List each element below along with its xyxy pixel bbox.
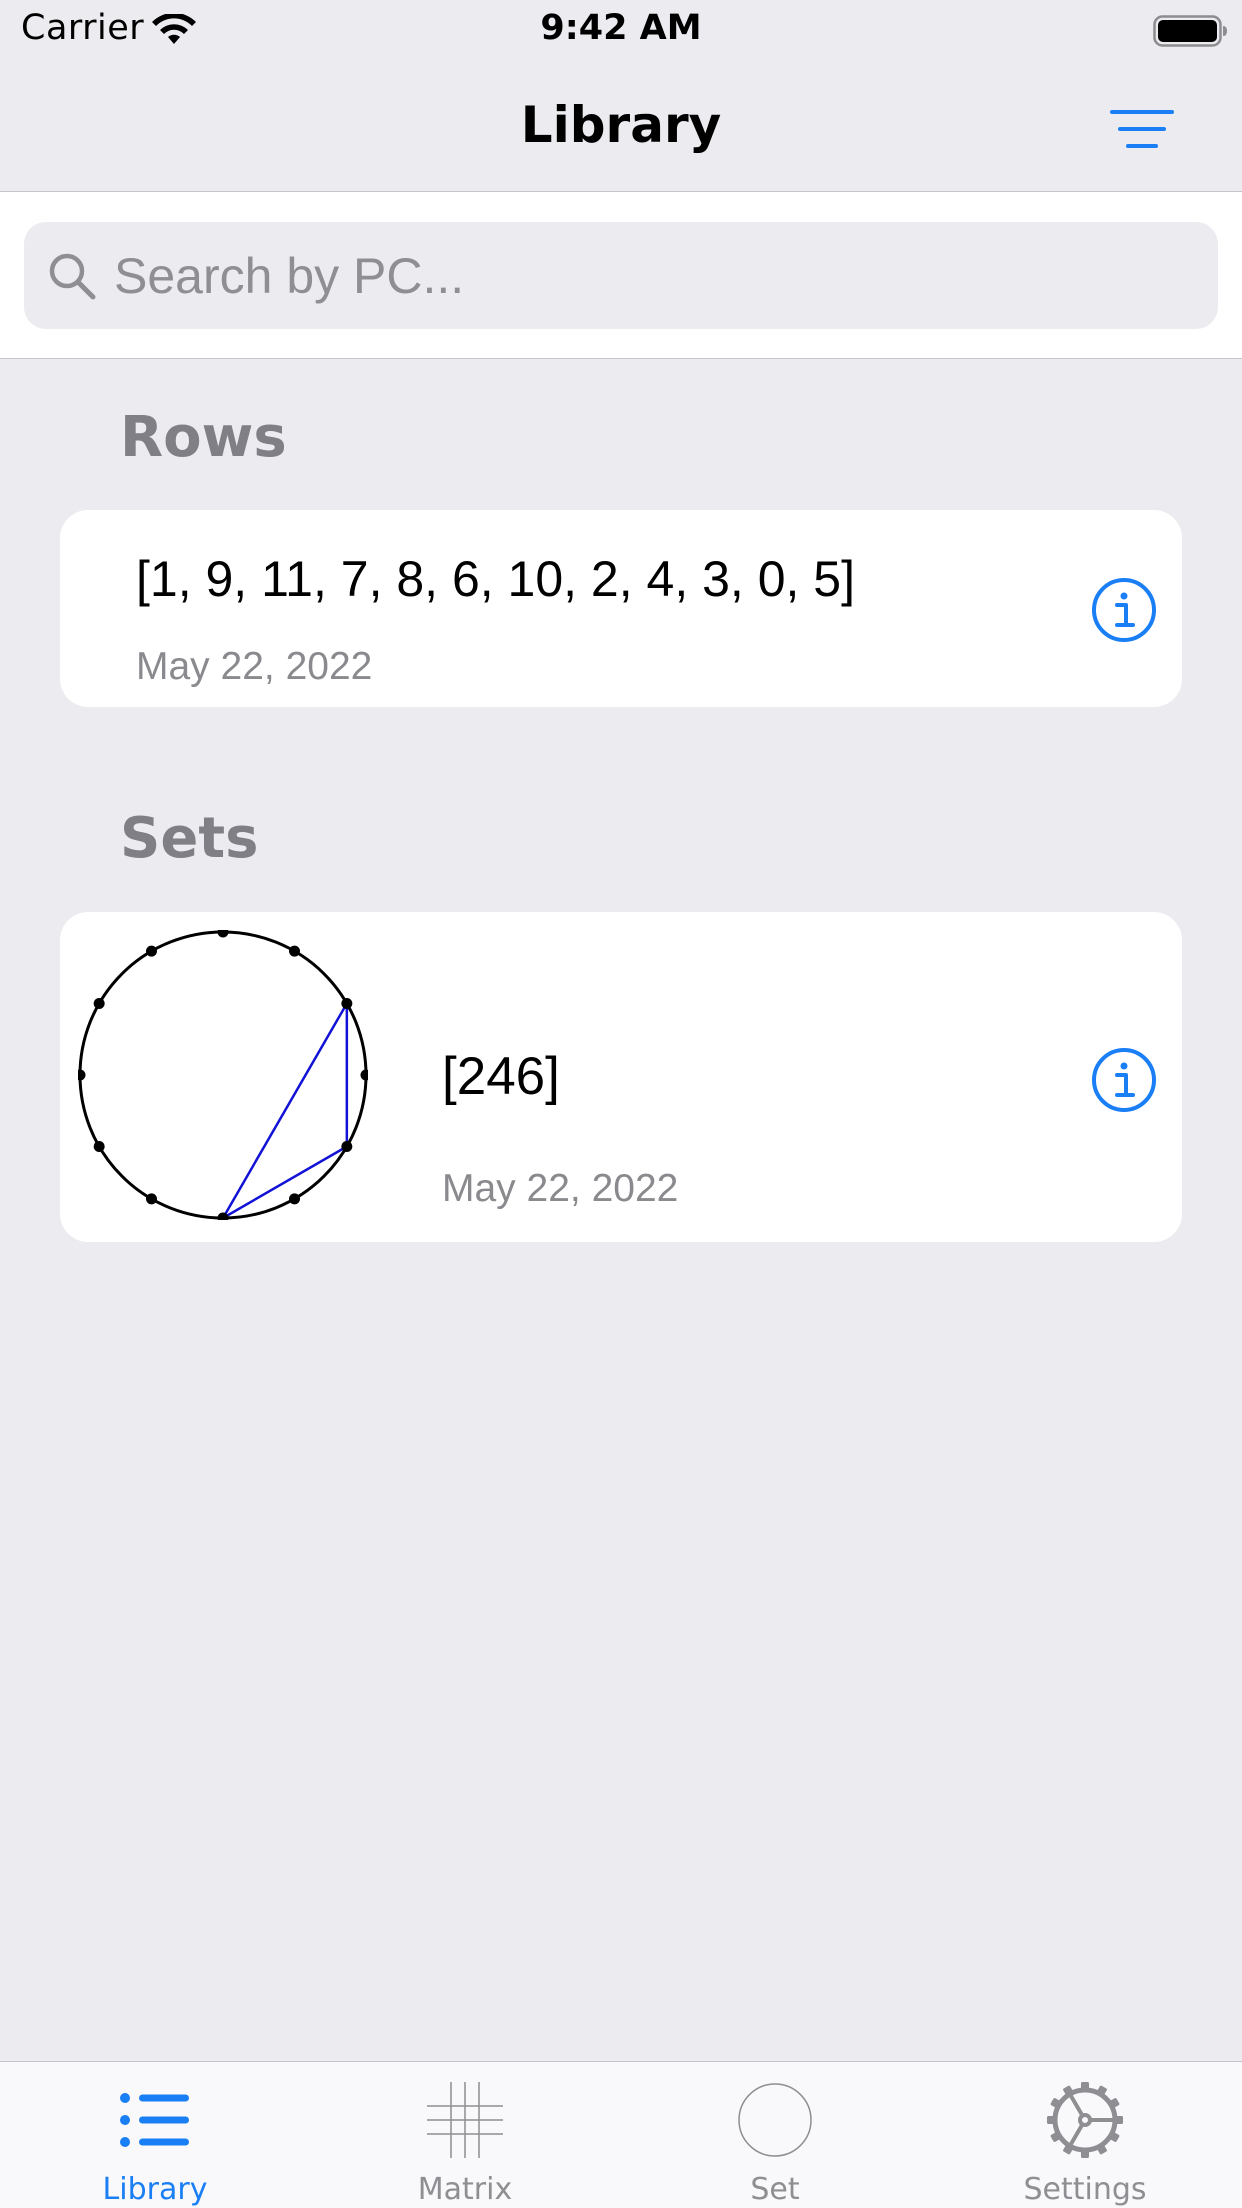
pitch-class-dot <box>146 945 157 957</box>
search-input[interactable] <box>114 222 1194 329</box>
set-list-item[interactable]: [246] May 22, 2022 <box>60 912 1182 1242</box>
pitch-class-dot <box>360 1069 368 1081</box>
pitch-class-dot <box>341 1141 353 1152</box>
row-sequence: [1, 9, 11, 7, 8, 6, 10, 2, 4, 3, 0, 5] <box>136 551 855 607</box>
library-screen: Carrier 9:42 AM Library Search by PC... … <box>0 0 1242 2208</box>
tab-label-library: Library <box>102 2172 208 2207</box>
pitch-class-dot <box>146 1193 157 1205</box>
filter-button[interactable] <box>1100 100 1182 162</box>
tab-bar: Library Matrix Set Settings <box>0 2061 1242 2208</box>
tab-matrix[interactable]: Matrix <box>310 2062 620 2208</box>
pitch-class-dot <box>78 1069 86 1081</box>
sets-section-header: Sets <box>120 806 259 871</box>
pitch-class-dot <box>341 998 353 1009</box>
pitch-class-dot <box>289 1193 300 1205</box>
filter-lines-icon <box>1110 110 1174 148</box>
tab-label-set: Set <box>750 2172 800 2207</box>
pitch-class-clock-diagram <box>78 930 368 1220</box>
info-icon <box>1092 1048 1156 1112</box>
tab-settings[interactable]: Settings <box>930 2062 1240 2208</box>
grid-icon <box>427 2082 503 2158</box>
info-icon <box>1092 578 1156 642</box>
circle-icon <box>738 2083 812 2157</box>
set-info-button[interactable] <box>1090 1046 1158 1114</box>
battery-icon <box>1153 15 1227 47</box>
set-name: [246] <box>442 1047 560 1106</box>
pitch-class-dot <box>289 945 300 957</box>
row-date: May 22, 2022 <box>136 645 373 688</box>
row-info-button[interactable] <box>1090 576 1158 644</box>
pitch-class-dot <box>93 1141 105 1152</box>
tab-set[interactable]: Set <box>620 2062 930 2208</box>
search-bar[interactable] <box>24 222 1218 329</box>
search-icon <box>49 253 96 300</box>
row-list-item[interactable]: [1, 9, 11, 7, 8, 6, 10, 2, 4, 3, 0, 5] M… <box>60 510 1182 707</box>
search-area <box>0 192 1242 359</box>
gear-icon <box>1047 2082 1123 2158</box>
tab-label-settings: Settings <box>1023 2172 1147 2207</box>
status-time: 9:42 AM <box>540 8 702 48</box>
pitch-class-dot <box>217 930 229 938</box>
rows-section-header: Rows <box>120 405 287 470</box>
page-title: Library <box>520 96 722 154</box>
set-date: May 22, 2022 <box>442 1167 679 1210</box>
status-bar: Carrier 9:42 AM <box>0 0 1242 60</box>
list-icon <box>120 2093 189 2147</box>
navigation-bar: Library <box>0 60 1242 192</box>
tab-library[interactable]: Library <box>0 2062 310 2208</box>
tab-label-matrix: Matrix <box>417 2172 513 2207</box>
set-polygon <box>220 998 349 1220</box>
pitch-class-dot <box>93 998 105 1009</box>
